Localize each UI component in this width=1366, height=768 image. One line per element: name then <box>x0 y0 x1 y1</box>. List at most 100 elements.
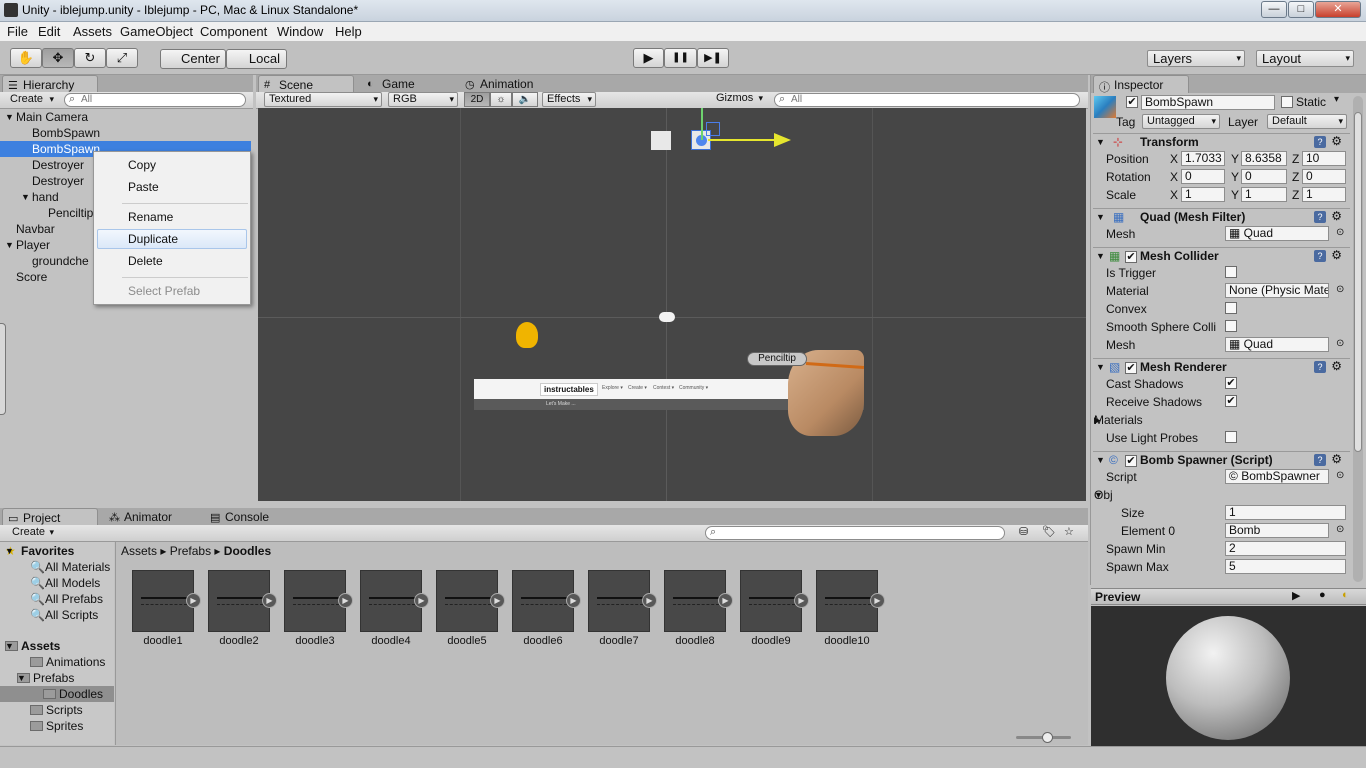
help-icon[interactable]: ? <box>1314 211 1326 223</box>
breadcrumb-assets[interactable]: Assets <box>121 544 157 558</box>
menu-edit[interactable]: Edit <box>38 24 60 39</box>
collider-mesh-field[interactable]: ▦ Quad <box>1225 337 1329 352</box>
context-copy[interactable]: Copy <box>128 158 156 172</box>
menu-file[interactable]: File <box>7 24 28 39</box>
preview-sphere-icon[interactable]: ● <box>1319 589 1326 601</box>
position-x-field[interactable]: 1.7033 <box>1181 151 1225 166</box>
help-icon[interactable]: ? <box>1314 454 1326 466</box>
player-sprite[interactable] <box>516 322 538 348</box>
expand-arrow-icon[interactable]: ▼ <box>17 670 26 686</box>
bombspawn-quad[interactable] <box>651 131 671 150</box>
layout-dropdown[interactable]: Layout <box>1256 50 1354 67</box>
side-drag-handle[interactable] <box>0 323 6 415</box>
pivot-local-button[interactable]: Local <box>226 49 287 69</box>
tab-hierarchy[interactable]: ☰ Hierarchy <box>2 75 98 93</box>
menu-window[interactable]: Window <box>277 24 323 39</box>
scene-lighting-icon[interactable]: ☼ <box>490 92 512 107</box>
play-preview-icon[interactable]: ▶ <box>262 593 277 608</box>
play-preview-icon[interactable]: ▶ <box>338 593 353 608</box>
save-search-star-icon[interactable]: ☆ <box>1064 525 1074 538</box>
project-search-input[interactable] <box>705 526 1005 540</box>
element-0-field[interactable]: Bomb <box>1225 523 1329 538</box>
expand-arrow-icon[interactable]: ▼ <box>5 109 14 125</box>
spawn-min-field[interactable]: 2 <box>1225 541 1346 556</box>
object-picker-icon[interactable]: ⊙ <box>1336 338 1344 349</box>
minimize-button[interactable]: — <box>1261 1 1287 18</box>
scale-y-field[interactable]: 1 <box>1241 187 1287 202</box>
doodle-thumbnail[interactable]: ▶ <box>360 570 429 632</box>
rotation-y-field[interactable]: 0 <box>1241 169 1287 184</box>
help-icon[interactable]: ? <box>1314 250 1326 262</box>
favorite-all-prefabs[interactable]: 🔍All Prefabs <box>30 591 103 607</box>
object-picker-icon[interactable]: ⊙ <box>1336 524 1344 535</box>
tab-console[interactable]: ▤ Console <box>205 508 285 526</box>
expand-arrow-icon[interactable]: ▼ <box>5 638 14 654</box>
tab-inspector[interactable]: ⓘ Inspector <box>1093 75 1189 94</box>
light-probes-checkbox[interactable] <box>1225 431 1237 443</box>
active-checkbox[interactable]: ✔ <box>1126 96 1138 108</box>
hierarchy-item-main-camera[interactable]: ▼ Main Camera <box>0 109 251 125</box>
script-field[interactable]: © BombSpawner <box>1225 469 1329 484</box>
play-preview-icon[interactable]: ▶ <box>642 593 657 608</box>
doodle-thumbnail[interactable]: ▶ <box>588 570 657 632</box>
is-trigger-checkbox[interactable] <box>1225 266 1237 278</box>
favorite-all-scripts[interactable]: 🔍All Scripts <box>30 607 98 623</box>
layer-dropdown[interactable]: Default <box>1267 114 1347 129</box>
menu-help[interactable]: Help <box>335 24 362 39</box>
scale-z-field[interactable]: 1 <box>1302 187 1346 202</box>
context-duplicate[interactable]: Duplicate <box>97 229 247 249</box>
scale-tool-icon[interactable]: ⤢ <box>106 48 138 68</box>
step-button[interactable]: ▶❚ <box>697 48 729 68</box>
hierarchy-create-dropdown[interactable]: Create <box>6 93 57 108</box>
scene-viewport[interactable]: instructables Explore ▾ Create ▾ Contest… <box>258 108 1086 501</box>
maximize-button[interactable]: □ <box>1288 1 1314 18</box>
smooth-sphere-checkbox[interactable] <box>1225 320 1237 332</box>
scene-search-input[interactable]: All <box>774 93 1080 107</box>
rotate-tool-icon[interactable]: ↻ <box>74 48 106 68</box>
breadcrumb-doodles[interactable]: Doodles <box>224 544 271 558</box>
folder-sprites[interactable]: Sprites <box>30 718 83 734</box>
x-axis-arrow-icon[interactable] <box>774 133 791 147</box>
slider-thumb[interactable] <box>1042 732 1053 743</box>
expand-arrow-icon[interactable]: ▼ <box>5 543 14 559</box>
tab-project[interactable]: ▭ Project <box>2 508 98 526</box>
hierarchy-search-input[interactable]: All <box>64 93 246 107</box>
tag-dropdown[interactable]: Untagged <box>1142 114 1220 129</box>
doodle-thumbnail[interactable]: ▶ <box>284 570 353 632</box>
expand-arrow-icon[interactable]: ▼ <box>21 189 30 205</box>
preview-header[interactable]: Preview ▶ ● ◐ <box>1091 588 1366 605</box>
play-preview-icon[interactable]: ▶ <box>794 593 809 608</box>
play-preview-icon[interactable]: ▶ <box>186 593 201 608</box>
doodle-thumbnail[interactable]: ▶ <box>740 570 809 632</box>
folder-doodles[interactable]: Doodles <box>0 686 114 702</box>
play-preview-icon[interactable]: ▶ <box>414 593 429 608</box>
component-enabled-checkbox[interactable]: ✔ <box>1125 362 1137 374</box>
help-icon[interactable]: ? <box>1314 361 1326 373</box>
object-picker-icon[interactable]: ⊙ <box>1336 284 1344 295</box>
menu-gameobject[interactable]: GameObject <box>120 24 193 39</box>
layers-dropdown[interactable]: Layers <box>1147 50 1245 67</box>
context-rename[interactable]: Rename <box>128 210 173 224</box>
close-window-button[interactable]: ✕ <box>1315 1 1361 18</box>
breadcrumb-prefabs[interactable]: Prefabs <box>170 544 211 558</box>
receive-shadows-checkbox[interactable]: ✔ <box>1225 395 1237 407</box>
static-dropdown-arrow-icon[interactable]: ▾ <box>1334 94 1339 105</box>
menu-component[interactable]: Component <box>200 24 267 39</box>
inspector-scrollbar-thumb[interactable] <box>1354 112 1362 452</box>
pivot-center-button[interactable]: Center <box>160 49 226 69</box>
transform-component-header[interactable]: ▼ ⊹ Transform? ⚙ <box>1093 133 1350 151</box>
context-paste[interactable]: Paste <box>128 180 159 194</box>
hand-tool-icon[interactable]: ✋ <box>10 48 42 68</box>
move-gizmo-plane[interactable] <box>706 122 720 136</box>
context-delete[interactable]: Delete <box>128 254 163 268</box>
object-picker-icon[interactable]: ⊙ <box>1336 470 1344 481</box>
folder-animations[interactable]: Animations <box>30 654 105 670</box>
shading-mode-dropdown[interactable]: Textured <box>264 92 382 107</box>
play-button[interactable]: ▶ <box>633 48 664 68</box>
gameobject-name-field[interactable]: BombSpawn <box>1141 95 1275 110</box>
play-preview-icon[interactable]: ▶ <box>718 593 733 608</box>
gear-icon[interactable]: ⚙ <box>1331 359 1342 373</box>
mesh-renderer-component-header[interactable]: ▼ ▧ ✔ Mesh Renderer? ⚙ <box>1093 358 1350 376</box>
effects-dropdown[interactable]: Effects <box>542 92 596 107</box>
play-preview-icon[interactable]: ▶ <box>870 593 885 608</box>
